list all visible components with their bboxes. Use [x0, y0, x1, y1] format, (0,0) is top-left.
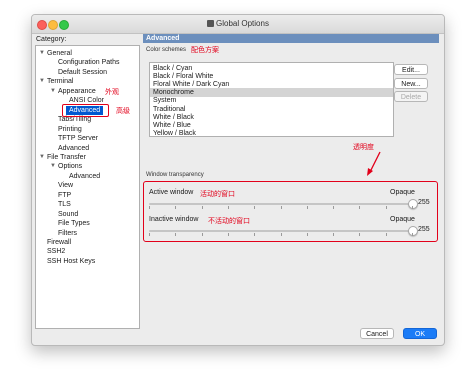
tree-item[interactable]: File Transfer: [47, 153, 86, 162]
annotation-inactive-window: 不活动的窗口: [208, 218, 250, 225]
tree-disclosure-icon[interactable]: ▼: [50, 163, 56, 169]
active-window-slider-track[interactable]: [149, 203, 413, 205]
panel-header: Advanced: [143, 34, 439, 43]
tree-item[interactable]: Advanced: [58, 144, 89, 153]
slider-tick: [149, 206, 150, 209]
tree-item[interactable]: Sound: [58, 210, 78, 219]
tree-item[interactable]: Firewall: [47, 238, 71, 247]
annotation-arrow: [367, 151, 381, 176]
inactive-opaque-label: Opaque: [390, 216, 415, 223]
annotation-active-window: 活动的窗口: [200, 191, 235, 198]
annotation-highlight-advanced: [62, 103, 109, 117]
color-scheme-item[interactable]: Yellow / Black: [150, 129, 393, 138]
slider-tick: [254, 206, 256, 209]
tree-item[interactable]: SSH Host Keys: [47, 257, 95, 266]
slider-tick: [280, 233, 282, 236]
slider-tick: [175, 206, 177, 209]
tree-item[interactable]: Options: [58, 162, 82, 171]
slider-tick: [359, 206, 361, 209]
new-button[interactable]: New...: [394, 78, 428, 89]
window-transparency-title: Window transparency: [146, 172, 204, 178]
tree-item[interactable]: Filters: [58, 229, 77, 238]
tree-disclosure-icon[interactable]: ▼: [39, 50, 45, 56]
slider-tick: [201, 233, 203, 236]
tree-item[interactable]: Printing: [58, 125, 82, 134]
slider-tick: [175, 233, 177, 236]
slider-tick: [412, 206, 413, 209]
tree-disclosure-icon[interactable]: ▼: [39, 154, 45, 160]
tree-item[interactable]: TLS: [58, 200, 71, 209]
tree-item[interactable]: TFTP Server: [58, 134, 98, 143]
annotation-color-schemes: 配色方案: [191, 47, 219, 54]
slider-tick: [359, 233, 361, 236]
tree-item[interactable]: File Types: [58, 219, 90, 228]
app-icon: [207, 20, 215, 27]
active-window-label: Active window: [149, 189, 194, 196]
tree-item[interactable]: Terminal: [47, 77, 73, 86]
slider-tick: [254, 233, 256, 236]
title-bar: Global Options: [32, 15, 444, 34]
inactive-window-label: Inactive window: [149, 216, 199, 223]
tree-disclosure-icon[interactable]: ▼: [50, 88, 56, 94]
tree-disclosure-icon[interactable]: ▼: [39, 78, 45, 84]
category-tree[interactable]: ▼ General Configuration Paths Default Sessi…: [35, 45, 140, 329]
tree-item[interactable]: View: [58, 181, 73, 190]
inactive-window-slider-track[interactable]: [149, 230, 413, 232]
slider-tick: [306, 206, 308, 209]
slider-tick: [333, 206, 335, 209]
inactive-window-value: 255: [418, 226, 430, 233]
delete-button[interactable]: Delete: [394, 91, 428, 102]
tree-item[interactable]: Configuration Paths: [58, 58, 119, 67]
ok-button[interactable]: OK: [403, 328, 437, 339]
active-window-value: 255: [418, 199, 430, 206]
tree-item[interactable]: Appearance: [58, 87, 96, 96]
color-schemes-title: Color schemes: [146, 47, 187, 53]
cancel-button[interactable]: Cancel: [360, 328, 394, 339]
slider-tick: [333, 233, 335, 236]
category-label: Category:: [36, 36, 67, 43]
slider-tick: [227, 206, 229, 209]
active-opaque-label: Opaque: [390, 189, 415, 196]
annotation-appearance: 外观: [105, 88, 119, 96]
slider-tick: [385, 233, 387, 236]
slider-tick: [412, 233, 413, 236]
slider-tick: [227, 233, 229, 236]
tree-item[interactable]: Advanced: [69, 172, 100, 181]
tree-item[interactable]: Default Session: [58, 68, 107, 77]
edit-button[interactable]: Edit...: [394, 64, 428, 75]
slider-tick: [280, 206, 282, 209]
inactive-slider-ticks: [149, 233, 413, 236]
tree-item[interactable]: General: [47, 49, 72, 58]
slider-tick: [149, 233, 150, 236]
slider-tick: [385, 206, 387, 209]
color-scheme-list[interactable]: Black / Cyan Black / Floral White Floral W…: [149, 62, 394, 137]
tree-item[interactable]: FTP: [58, 191, 71, 200]
active-slider-ticks: [149, 206, 413, 209]
slider-tick: [306, 233, 308, 236]
window-title: Global Options: [32, 19, 444, 28]
annotation-advanced: 高级: [116, 107, 130, 115]
slider-tick: [201, 206, 203, 209]
tree-item[interactable]: SSH2: [47, 247, 65, 256]
